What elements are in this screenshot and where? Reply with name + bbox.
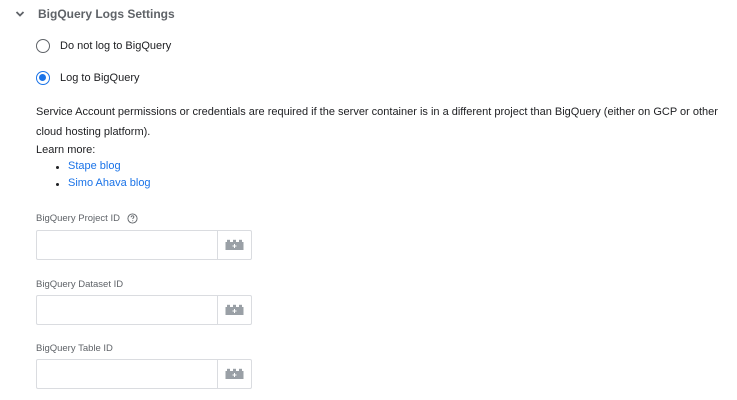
project-id-label-row: BigQuery Project ID — [36, 213, 138, 224]
table-id-label: BigQuery Table ID — [36, 343, 113, 354]
variable-brick-icon — [225, 368, 244, 379]
radio-button-unchecked[interactable] — [36, 39, 50, 53]
variable-brick-icon — [225, 304, 244, 315]
dataset-id-label-row: BigQuery Dataset ID — [36, 279, 123, 290]
section-title: BigQuery Logs Settings — [38, 7, 175, 21]
radio-label-do-not-log: Do not log to BigQuery — [60, 40, 172, 52]
radio-button-checked[interactable] — [36, 71, 50, 85]
section-header-bigquery-logs[interactable]: BigQuery Logs Settings — [0, 0, 737, 30]
list-item: Simo Ahava blog — [56, 175, 151, 192]
project-id-variable-button[interactable] — [217, 231, 251, 259]
variable-brick-icon — [225, 239, 244, 250]
service-account-info-text: Service Account permissions or credentia… — [36, 106, 718, 138]
project-id-label: BigQuery Project ID — [36, 213, 120, 224]
dataset-id-variable-button[interactable] — [217, 296, 251, 324]
table-id-label-row: BigQuery Table ID — [36, 343, 113, 354]
radio-label-log-to-bigquery: Log to BigQuery — [60, 72, 140, 84]
table-id-field — [36, 359, 252, 389]
dataset-id-label: BigQuery Dataset ID — [36, 279, 124, 290]
radio-do-not-log[interactable]: Do not log to BigQuery — [36, 36, 171, 56]
project-id-input[interactable] — [37, 231, 217, 259]
table-id-variable-button[interactable] — [217, 360, 251, 388]
project-id-field — [36, 230, 252, 260]
learn-more-label: Learn more: — [36, 144, 96, 156]
stape-blog-link[interactable]: Stape blog — [68, 160, 121, 172]
radio-log-to-bigquery[interactable]: Log to BigQuery — [36, 68, 140, 88]
dataset-id-input[interactable] — [37, 296, 217, 324]
learn-more-links: Stape blog Simo Ahava blog — [56, 158, 151, 192]
chevron-down-icon — [15, 11, 25, 17]
table-id-input[interactable] — [37, 360, 217, 388]
simo-ahava-blog-link[interactable]: Simo Ahava blog — [68, 177, 151, 189]
list-item: Stape blog — [56, 158, 151, 175]
help-circle-icon[interactable] — [127, 213, 138, 224]
dataset-id-field — [36, 295, 252, 325]
